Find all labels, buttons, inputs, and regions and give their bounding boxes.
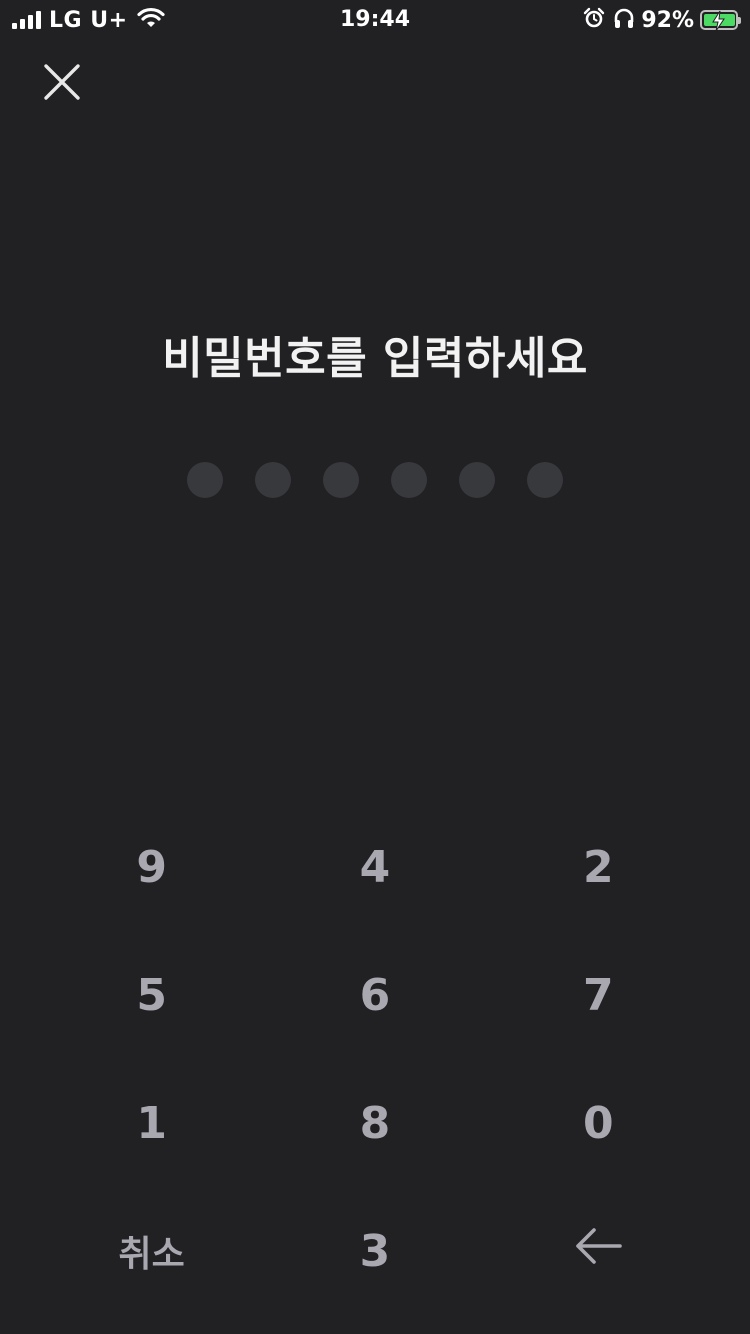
status-right: 92% [583, 6, 741, 34]
pin-dot [391, 462, 427, 498]
battery-percent: 92% [641, 7, 694, 33]
key-4[interactable]: 4 [263, 803, 486, 931]
pin-dot [527, 462, 563, 498]
pin-dot [459, 462, 495, 498]
key-0[interactable]: 0 [487, 1059, 710, 1187]
pin-indicator [187, 462, 563, 498]
close-button[interactable] [38, 60, 86, 108]
key-2[interactable]: 2 [487, 803, 710, 931]
key-8[interactable]: 8 [263, 1059, 486, 1187]
pin-dot [187, 462, 223, 498]
pin-dot [323, 462, 359, 498]
status-bar: LG U+ 19:44 92% [0, 0, 750, 40]
page-title: 비밀번호를 입력하세요 [162, 333, 588, 384]
backspace-button[interactable] [487, 1187, 710, 1315]
battery-charging-icon [700, 10, 741, 32]
key-9[interactable]: 9 [40, 803, 263, 931]
alarm-icon [583, 7, 605, 33]
cancel-button[interactable]: 취소 [40, 1187, 263, 1315]
headphones-icon [613, 7, 635, 33]
key-6[interactable]: 6 [263, 931, 486, 1059]
close-icon [42, 62, 82, 106]
key-5[interactable]: 5 [40, 931, 263, 1059]
pin-dot [255, 462, 291, 498]
keypad: 9 4 2 5 6 7 1 8 0 취소 3 [40, 803, 710, 1315]
key-3[interactable]: 3 [263, 1187, 486, 1315]
key-1[interactable]: 1 [40, 1059, 263, 1187]
key-7[interactable]: 7 [487, 931, 710, 1059]
backspace-icon [574, 1226, 623, 1277]
